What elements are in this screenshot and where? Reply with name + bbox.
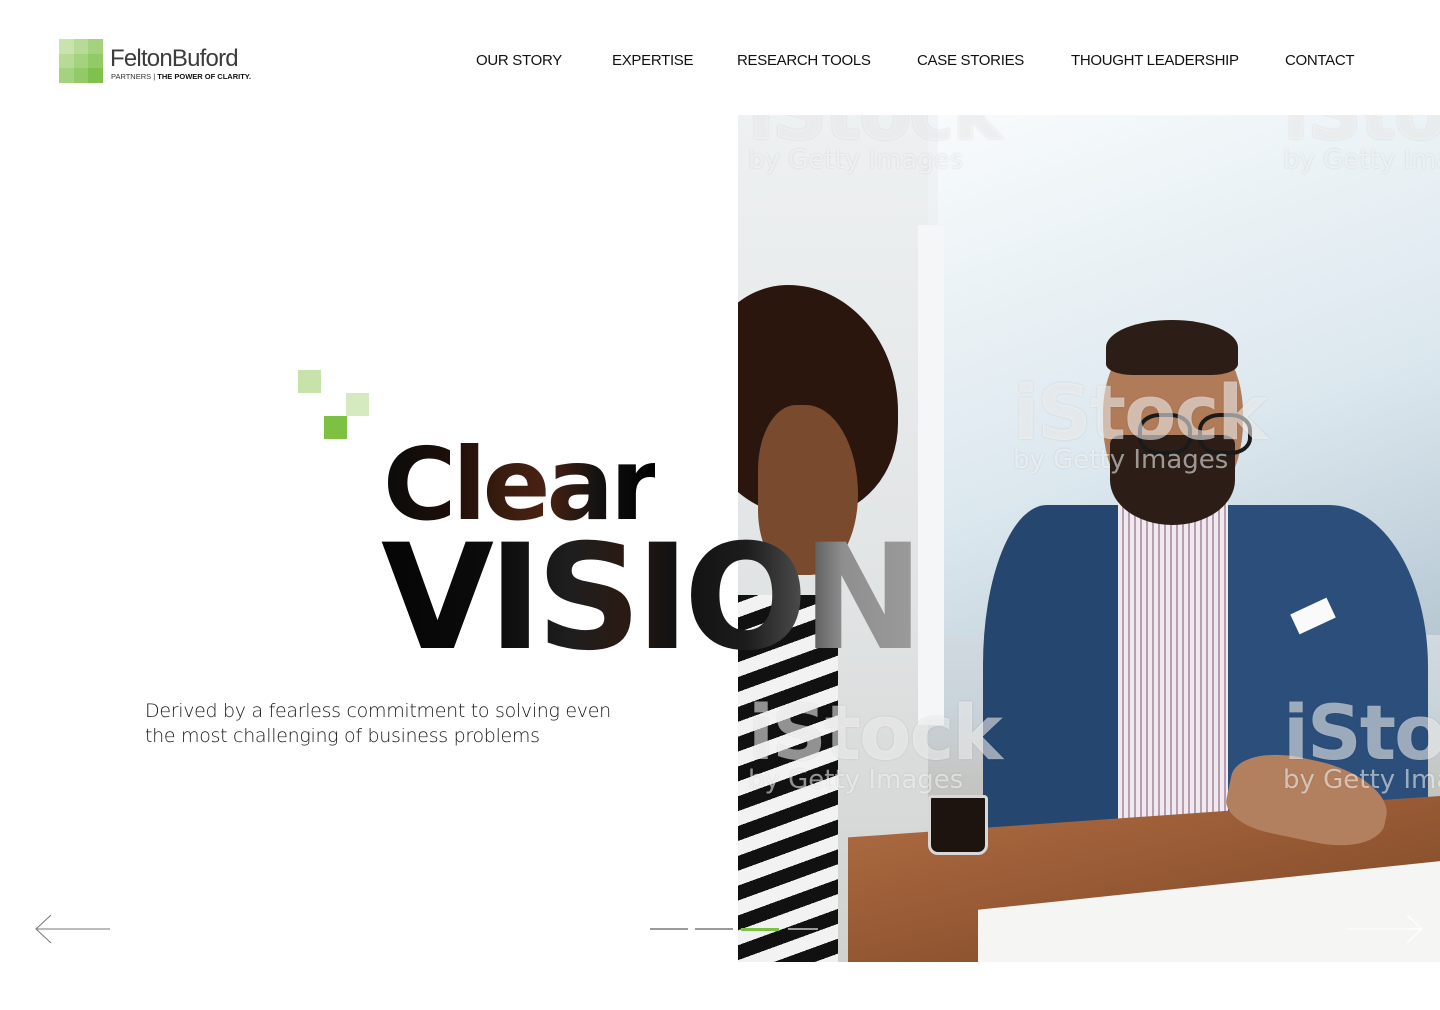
watermark: iStockby Getty Images — [1013, 368, 1268, 475]
watermark: iStockby Getty Images — [1283, 115, 1440, 175]
logo-mark-icon — [59, 39, 103, 83]
slide-indicator[interactable] — [695, 928, 733, 930]
logo-wordmark: FeltonBuford — [110, 45, 239, 72]
headline-vision: VISION — [381, 513, 924, 683]
hero-subtext: Derived by a fearless commitment to solv… — [145, 700, 611, 747]
nav-item-contact[interactable]: CONTACT — [1285, 52, 1355, 69]
arrow-right-icon — [1348, 914, 1423, 944]
slide-indicator[interactable] — [788, 928, 818, 930]
logo[interactable]: FeltonBuford PARTNERS | THE POWER OF CLA… — [59, 39, 269, 85]
nav-item-research-tools[interactable]: RESEARCH TOOLS — [737, 52, 871, 69]
watermark: iStockby Getty Images — [748, 688, 1003, 795]
watermark: iStockby Getty Images — [748, 115, 1003, 175]
photo-post — [918, 225, 944, 725]
nav-item-case-stories[interactable]: CASE STORIES — [917, 52, 1024, 69]
photo-man-shirt — [1118, 500, 1228, 830]
logo-tagline: PARTNERS | THE POWER OF CLARITY. — [111, 72, 252, 81]
photo-coffee-cup — [928, 795, 988, 855]
nav-item-our-story[interactable]: OUR STORY — [476, 52, 562, 69]
next-slide-button[interactable] — [1346, 914, 1426, 944]
watermark: iStockby Getty Images — [1283, 688, 1440, 795]
photo-man-hair — [1106, 320, 1238, 375]
nav-item-expertise[interactable]: EXPERTISE — [612, 52, 694, 69]
slide-indicator[interactable] — [650, 928, 688, 930]
decorative-squares-icon — [298, 370, 370, 440]
slide-indicator-active[interactable] — [741, 927, 779, 931]
arrow-left-icon — [35, 914, 110, 944]
slide-indicators — [650, 927, 830, 932]
prev-slide-button[interactable] — [34, 914, 114, 944]
nav-item-thought-leadership[interactable]: THOUGHT LEADERSHIP — [1071, 52, 1239, 69]
